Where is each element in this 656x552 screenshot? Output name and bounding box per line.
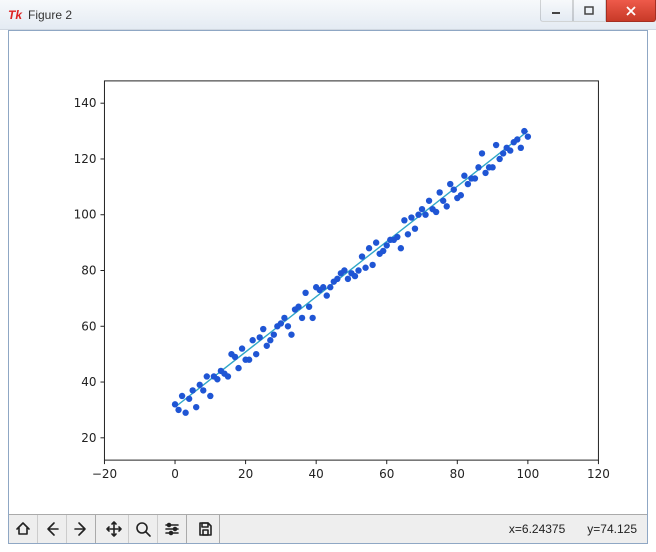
svg-text:40: 40 <box>81 375 96 389</box>
sliders-icon <box>163 520 181 538</box>
svg-text:60: 60 <box>379 467 394 481</box>
plot-region[interactable]: −20 0 20 40 60 80 100 120 20 40 60 80 100 120 140 <box>9 31 647 515</box>
svg-text:40: 40 <box>309 467 324 481</box>
arrow-left-icon <box>43 520 61 538</box>
search-icon <box>134 520 152 538</box>
maximize-icon <box>584 5 595 16</box>
svg-text:20: 20 <box>81 431 96 445</box>
cursor-status: x=6.24375 y=74.125 <box>509 522 647 536</box>
svg-text:80: 80 <box>450 467 465 481</box>
svg-text:0: 0 <box>171 467 179 481</box>
cursor-y: y=74.125 <box>587 522 637 536</box>
svg-text:120: 120 <box>587 467 610 481</box>
home-icon <box>14 520 32 538</box>
svg-text:120: 120 <box>74 152 97 166</box>
scatter-plot: −20 0 20 40 60 80 100 120 20 40 60 80 100 120 140 <box>9 31 647 515</box>
tk-icon: Tk <box>8 8 22 22</box>
arrow-right-icon <box>72 520 90 538</box>
maximize-button[interactable] <box>573 0 606 22</box>
configure-button[interactable] <box>158 515 186 543</box>
client-area: −20 0 20 40 60 80 100 120 20 40 60 80 100 120 140 x=6.… <box>8 30 648 544</box>
titlebar[interactable]: Tk Figure 2 <box>0 0 656 30</box>
minimize-icon <box>551 5 562 16</box>
svg-text:−20: −20 <box>92 467 117 481</box>
forward-button[interactable] <box>67 515 95 543</box>
zoom-button[interactable] <box>129 515 158 543</box>
svg-text:140: 140 <box>74 96 97 110</box>
window-title: Figure 2 <box>28 8 72 22</box>
pan-button[interactable] <box>100 515 129 543</box>
svg-text:100: 100 <box>74 208 97 222</box>
axes: −20 0 20 40 60 80 100 120 20 40 60 80 100 120 140 <box>74 81 610 481</box>
matplotlib-toolbar: x=6.24375 y=74.125 <box>9 514 647 543</box>
cursor-x: x=6.24375 <box>509 522 565 536</box>
back-button[interactable] <box>38 515 67 543</box>
svg-text:60: 60 <box>81 319 96 333</box>
save-icon <box>196 520 214 538</box>
svg-text:100: 100 <box>516 467 539 481</box>
close-icon <box>625 5 637 17</box>
close-button[interactable] <box>606 0 656 22</box>
move-icon <box>105 520 123 538</box>
home-button[interactable] <box>9 515 38 543</box>
svg-text:80: 80 <box>81 263 96 277</box>
save-button[interactable] <box>191 515 219 543</box>
svg-text:20: 20 <box>238 467 253 481</box>
minimize-button[interactable] <box>540 0 573 22</box>
